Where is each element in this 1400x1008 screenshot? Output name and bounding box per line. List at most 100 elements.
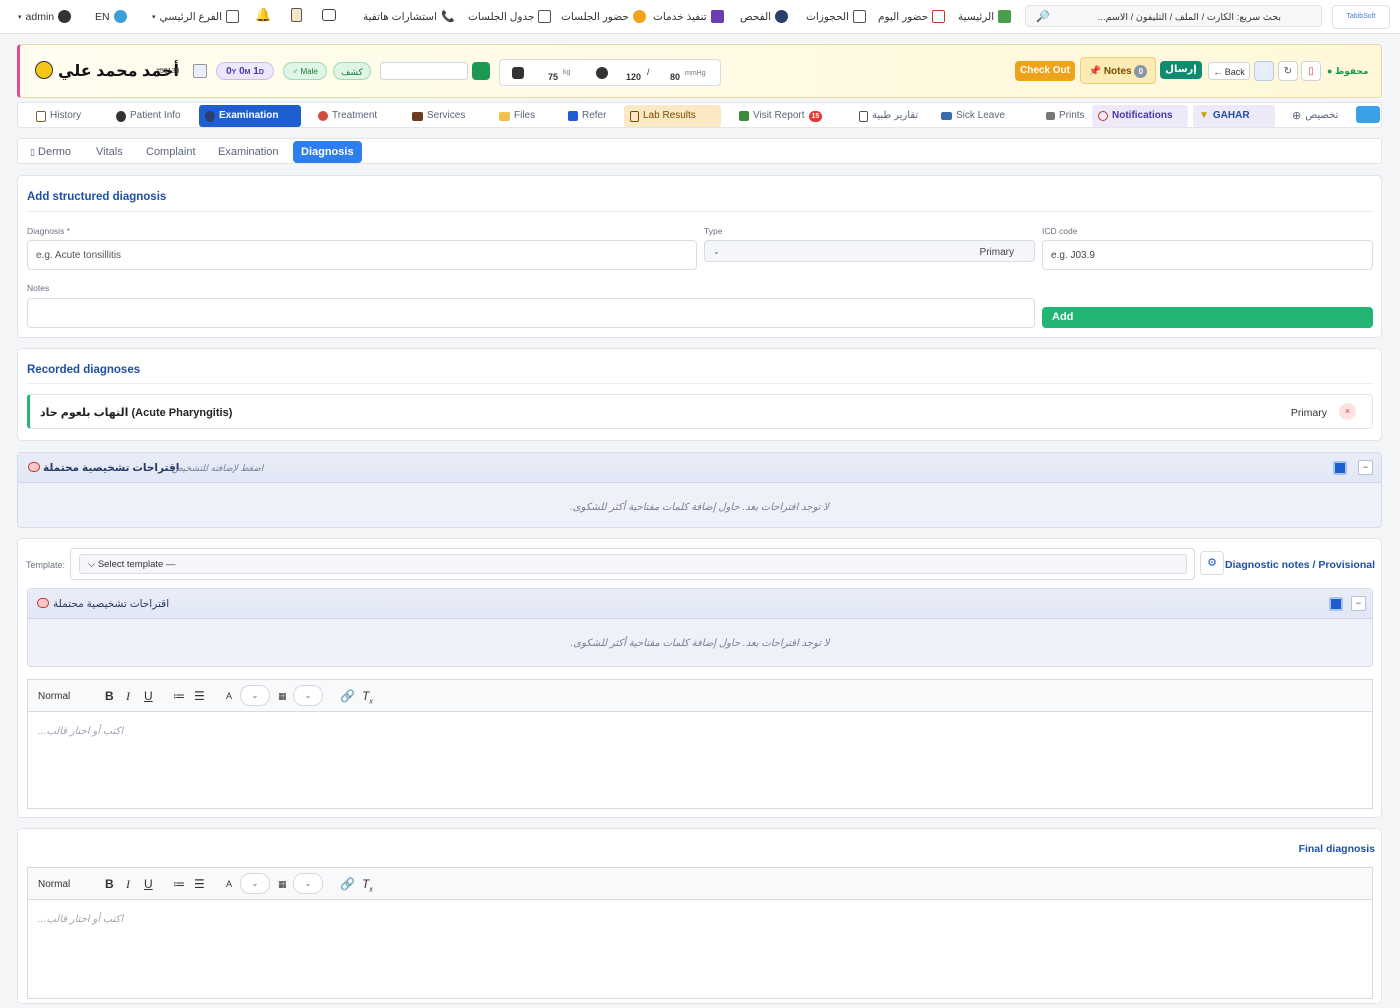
tab-sick-label: Sick Leave	[956, 110, 1005, 121]
nav-today-attendance[interactable]: حضور اليوم	[878, 10, 946, 23]
back-button[interactable]: ← Back	[1208, 62, 1250, 80]
bullet-list-icon[interactable]: ☰	[194, 689, 205, 703]
app-logo[interactable]: TabibSoft	[1332, 5, 1390, 29]
bullet-list-icon[interactable]: ☰	[194, 877, 205, 891]
highlight-color-icon[interactable]: ▦	[278, 691, 287, 702]
checkout-button[interactable]: Check Out	[1015, 61, 1075, 81]
subtab-vitals[interactable]: Vitals	[88, 141, 131, 163]
text-color-select[interactable]: ⌄	[240, 873, 270, 894]
clipboard-icon[interactable]	[291, 8, 302, 22]
editor-placeholder: اكتب أو اختار قالب...	[38, 914, 124, 925]
chat-icon[interactable]	[322, 9, 336, 21]
visit-type-badge[interactable]: كشف	[333, 62, 371, 80]
tab-prints[interactable]: Prints	[1040, 105, 1091, 127]
nav-phone-consultations[interactable]: استشارات هاتفية 📞	[363, 10, 455, 24]
collapse-button[interactable]: −	[1358, 460, 1373, 475]
diagnosis-suggestions-panel: اقتراحات تشخيصية محتملة اضغط لإضافته للت…	[17, 452, 1382, 528]
final-editor[interactable]: اكتب أو اختار قالب...	[27, 899, 1373, 999]
tab-lab-results[interactable]: Lab Results	[624, 105, 721, 127]
highlight-color-select[interactable]: ⌄	[293, 873, 323, 894]
pill-icon	[318, 111, 328, 121]
delete-button[interactable]: ▯	[1301, 61, 1321, 81]
format-select[interactable]: Normal	[38, 879, 70, 890]
nav-services[interactable]: تنفيذ خدمات	[653, 10, 724, 23]
nav-session-schedule[interactable]: جدول الجلسات	[468, 10, 552, 23]
nav-examination[interactable]: الفحص	[740, 10, 789, 23]
tab-patient-info[interactable]: Patient Info	[110, 105, 187, 127]
ordered-list-icon[interactable]: ≔	[173, 877, 185, 891]
italic-button[interactable]: I	[126, 689, 130, 704]
text-color-icon[interactable]: A	[226, 691, 232, 701]
main-tabs: History Patient Info Examination Treatme…	[17, 102, 1382, 128]
nav-session-attendance[interactable]: حضور الجلسات	[561, 10, 646, 23]
refresh-button[interactable]: ↻	[1278, 61, 1298, 81]
bold-button[interactable]: B	[105, 877, 114, 891]
nav-today-label: حضور اليوم	[878, 10, 929, 23]
add-diagnosis-button[interactable]: Add	[1042, 307, 1373, 328]
underline-button[interactable]: U	[144, 689, 153, 703]
bell-icon[interactable]: 🔔	[255, 7, 271, 23]
tab-files[interactable]: Files	[493, 105, 541, 127]
nav-home[interactable]: الرئيسية	[958, 10, 1012, 23]
clear-format-icon[interactable]: Tx	[362, 877, 373, 893]
provisional-title: Diagnostic notes / Provisional	[1225, 559, 1375, 571]
subtab-diagnosis[interactable]: Diagnosis	[293, 141, 362, 163]
send-button[interactable]: إرسال	[1160, 61, 1202, 79]
lab-icon	[630, 110, 639, 122]
link-icon[interactable]: 🔗	[340, 689, 355, 703]
notes-input[interactable]	[27, 298, 1035, 328]
notes-button[interactable]: 📌 Notes 0	[1080, 57, 1156, 84]
calendar-button[interactable]	[472, 62, 490, 80]
ordered-list-icon[interactable]: ≔	[173, 689, 185, 703]
format-select[interactable]: Normal	[38, 691, 70, 702]
weight-value: 75	[548, 72, 559, 82]
link-icon[interactable]: 🔗	[340, 877, 355, 891]
user-menu[interactable]: ▾ admin	[18, 10, 72, 23]
tab-customize[interactable]: ⊕ تخصيص	[1286, 105, 1344, 127]
tab-visit-report[interactable]: Visit Report 15	[733, 105, 828, 127]
collapse-button[interactable]: −	[1351, 596, 1366, 611]
tab-treatment[interactable]: Treatment	[312, 105, 383, 127]
tab-pin-button[interactable]	[1356, 106, 1380, 123]
subtab-examination[interactable]: Examination	[210, 141, 287, 163]
quick-search[interactable]: 🔎 بحث سريع: الكارت / الملف / التليفون / …	[1025, 5, 1322, 27]
language-toggle[interactable]: EN	[95, 10, 127, 23]
tab-history[interactable]: History	[30, 105, 87, 127]
highlight-color-icon[interactable]: ▦	[278, 879, 287, 890]
text-color-select[interactable]: ⌄	[240, 685, 270, 706]
type-select[interactable]: ⌄ Primary	[704, 240, 1035, 262]
subtab-dermo[interactable]: ▯ Dermo	[22, 141, 79, 163]
italic-button[interactable]: I	[126, 877, 130, 892]
tab-notifications[interactable]: Notifications	[1092, 105, 1188, 127]
icd-input[interactable]: e.g. J03.9	[1042, 240, 1373, 270]
bold-button[interactable]: B	[105, 689, 114, 703]
tab-medical-reports[interactable]: تقارير طبية	[853, 105, 924, 127]
patient-card-icon[interactable]	[193, 64, 207, 78]
nav-bookings[interactable]: الحجوزات	[806, 10, 866, 23]
gender-badge: ♂ Male	[283, 62, 327, 80]
date-field[interactable]	[380, 62, 468, 80]
tab-gahar[interactable]: ▼ GAHAR	[1193, 105, 1275, 127]
text-color-icon[interactable]: A	[226, 879, 232, 889]
template-select-value: Select template —	[97, 559, 176, 570]
branch-selector[interactable]: ▾ الفرع الرئيسي	[152, 10, 240, 23]
remove-diagnosis-icon[interactable]: ×	[1339, 403, 1356, 420]
subtab-complaint[interactable]: Complaint	[138, 141, 204, 163]
template-select[interactable]: ⌵ Select template —	[79, 554, 1187, 574]
template-settings-button[interactable]: ⚙	[1200, 551, 1224, 575]
tab-examination[interactable]: Examination	[199, 105, 301, 127]
provisional-editor[interactable]: اكتب أو اختار قالب...	[27, 711, 1373, 809]
pin-button[interactable]	[1254, 61, 1274, 81]
exam-subtabs: ▯ Dermo Vitals Complaint Examination Dia…	[17, 138, 1382, 164]
tab-services[interactable]: Services	[406, 105, 471, 127]
refresh-suggestions-button[interactable]	[1329, 597, 1343, 611]
underline-button[interactable]: U	[144, 877, 153, 891]
refresh-suggestions-button[interactable]	[1333, 461, 1347, 475]
diagnosis-input[interactable]: e.g. Acute tonsillitis	[27, 240, 697, 270]
bed-icon	[941, 112, 952, 120]
tab-sick-leave[interactable]: Sick Leave	[935, 105, 1011, 127]
highlight-color-select[interactable]: ⌄	[293, 685, 323, 706]
clear-format-icon[interactable]: Tx	[362, 689, 373, 705]
tab-refer[interactable]: Refer	[562, 105, 612, 127]
diagnosis-input-placeholder: e.g. Acute tonsillitis	[36, 249, 122, 261]
